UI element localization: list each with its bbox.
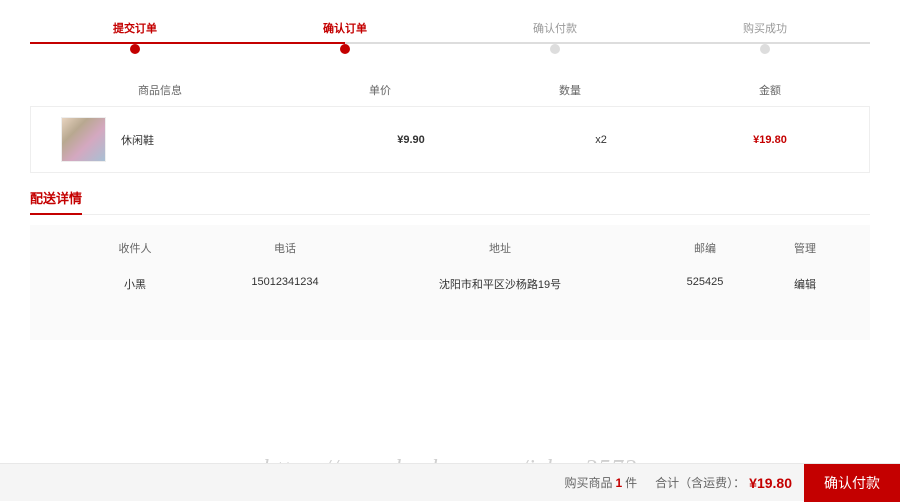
header-zipcode: 邮编 bbox=[640, 240, 770, 256]
progress-dot bbox=[340, 44, 350, 54]
delivery-title: 配送详情 bbox=[30, 188, 82, 215]
progress-step-confirm-order: 确认订单 bbox=[240, 20, 450, 54]
checkout-progress: 提交订单 确认订单 确认付款 购买成功 bbox=[0, 0, 900, 54]
edit-address-link[interactable]: 编辑 bbox=[794, 279, 816, 291]
recipient-address: 沈阳市和平区沙杨路19号 bbox=[360, 276, 640, 292]
progress-label: 购买成功 bbox=[660, 20, 870, 36]
header-product-info: 商品信息 bbox=[30, 82, 290, 98]
header-phone: 电话 bbox=[210, 240, 360, 256]
progress-dot bbox=[130, 44, 140, 54]
progress-dot bbox=[760, 44, 770, 54]
total-label: 合计（含运费）： bbox=[655, 474, 745, 491]
delivery-content: 收件人 电话 地址 邮编 管理 小黑 15012341234 沈阳市和平区沙杨路… bbox=[30, 225, 870, 340]
product-thumbnail bbox=[61, 117, 106, 162]
progress-step-submit: 提交订单 bbox=[30, 20, 240, 54]
item-count: 1 bbox=[615, 476, 622, 490]
item-info-cell: 休闲鞋 bbox=[61, 117, 321, 162]
summary-prefix: 购买商品 bbox=[564, 474, 612, 491]
progress-step-confirm-pay: 确认付款 bbox=[450, 20, 660, 54]
header-recipient: 收件人 bbox=[60, 240, 210, 256]
order-table-header: 商品信息 单价 数量 金额 bbox=[0, 74, 900, 106]
progress-dot bbox=[550, 44, 560, 54]
manage-cell: 编辑 bbox=[770, 276, 840, 292]
delivery-section: 配送详情 收件人 电话 地址 邮编 管理 小黑 15012341234 沈阳市和… bbox=[0, 188, 900, 340]
recipient-zipcode: 525425 bbox=[640, 276, 770, 292]
confirm-payment-button[interactable]: 确认付款 bbox=[804, 464, 900, 502]
footer-summary-bar: 购买商品 1 件 合计（含运费）： ¥19.80 确认付款 bbox=[0, 463, 900, 501]
order-item-row: 休闲鞋 ¥9.90 x2 ¥19.80 bbox=[30, 106, 870, 173]
delivery-table-header: 收件人 电话 地址 邮编 管理 bbox=[30, 240, 870, 268]
recipient-name: 小黑 bbox=[60, 276, 210, 292]
progress-step-success: 购买成功 bbox=[660, 20, 870, 54]
header-amount: 金额 bbox=[670, 82, 870, 98]
header-address: 地址 bbox=[360, 240, 640, 256]
header-price: 单价 bbox=[290, 82, 470, 98]
product-name: 休闲鞋 bbox=[121, 132, 154, 148]
header-manage: 管理 bbox=[770, 240, 840, 256]
summary-suffix: 件 bbox=[625, 474, 637, 491]
order-section: 商品信息 单价 数量 金额 休闲鞋 ¥9.90 x2 ¥19.80 bbox=[0, 74, 900, 173]
delivery-divider bbox=[30, 214, 870, 215]
item-quantity: x2 bbox=[501, 134, 701, 146]
item-price: ¥9.90 bbox=[321, 134, 501, 146]
recipient-phone: 15012341234 bbox=[210, 276, 360, 292]
progress-label: 确认付款 bbox=[450, 20, 660, 36]
progress-label: 确认订单 bbox=[240, 20, 450, 36]
total-price: ¥19.80 bbox=[749, 475, 792, 491]
delivery-row: 小黑 15012341234 沈阳市和平区沙杨路19号 525425 编辑 bbox=[30, 268, 870, 300]
progress-label: 提交订单 bbox=[30, 20, 240, 36]
item-amount: ¥19.80 bbox=[701, 134, 839, 146]
header-quantity: 数量 bbox=[470, 82, 670, 98]
